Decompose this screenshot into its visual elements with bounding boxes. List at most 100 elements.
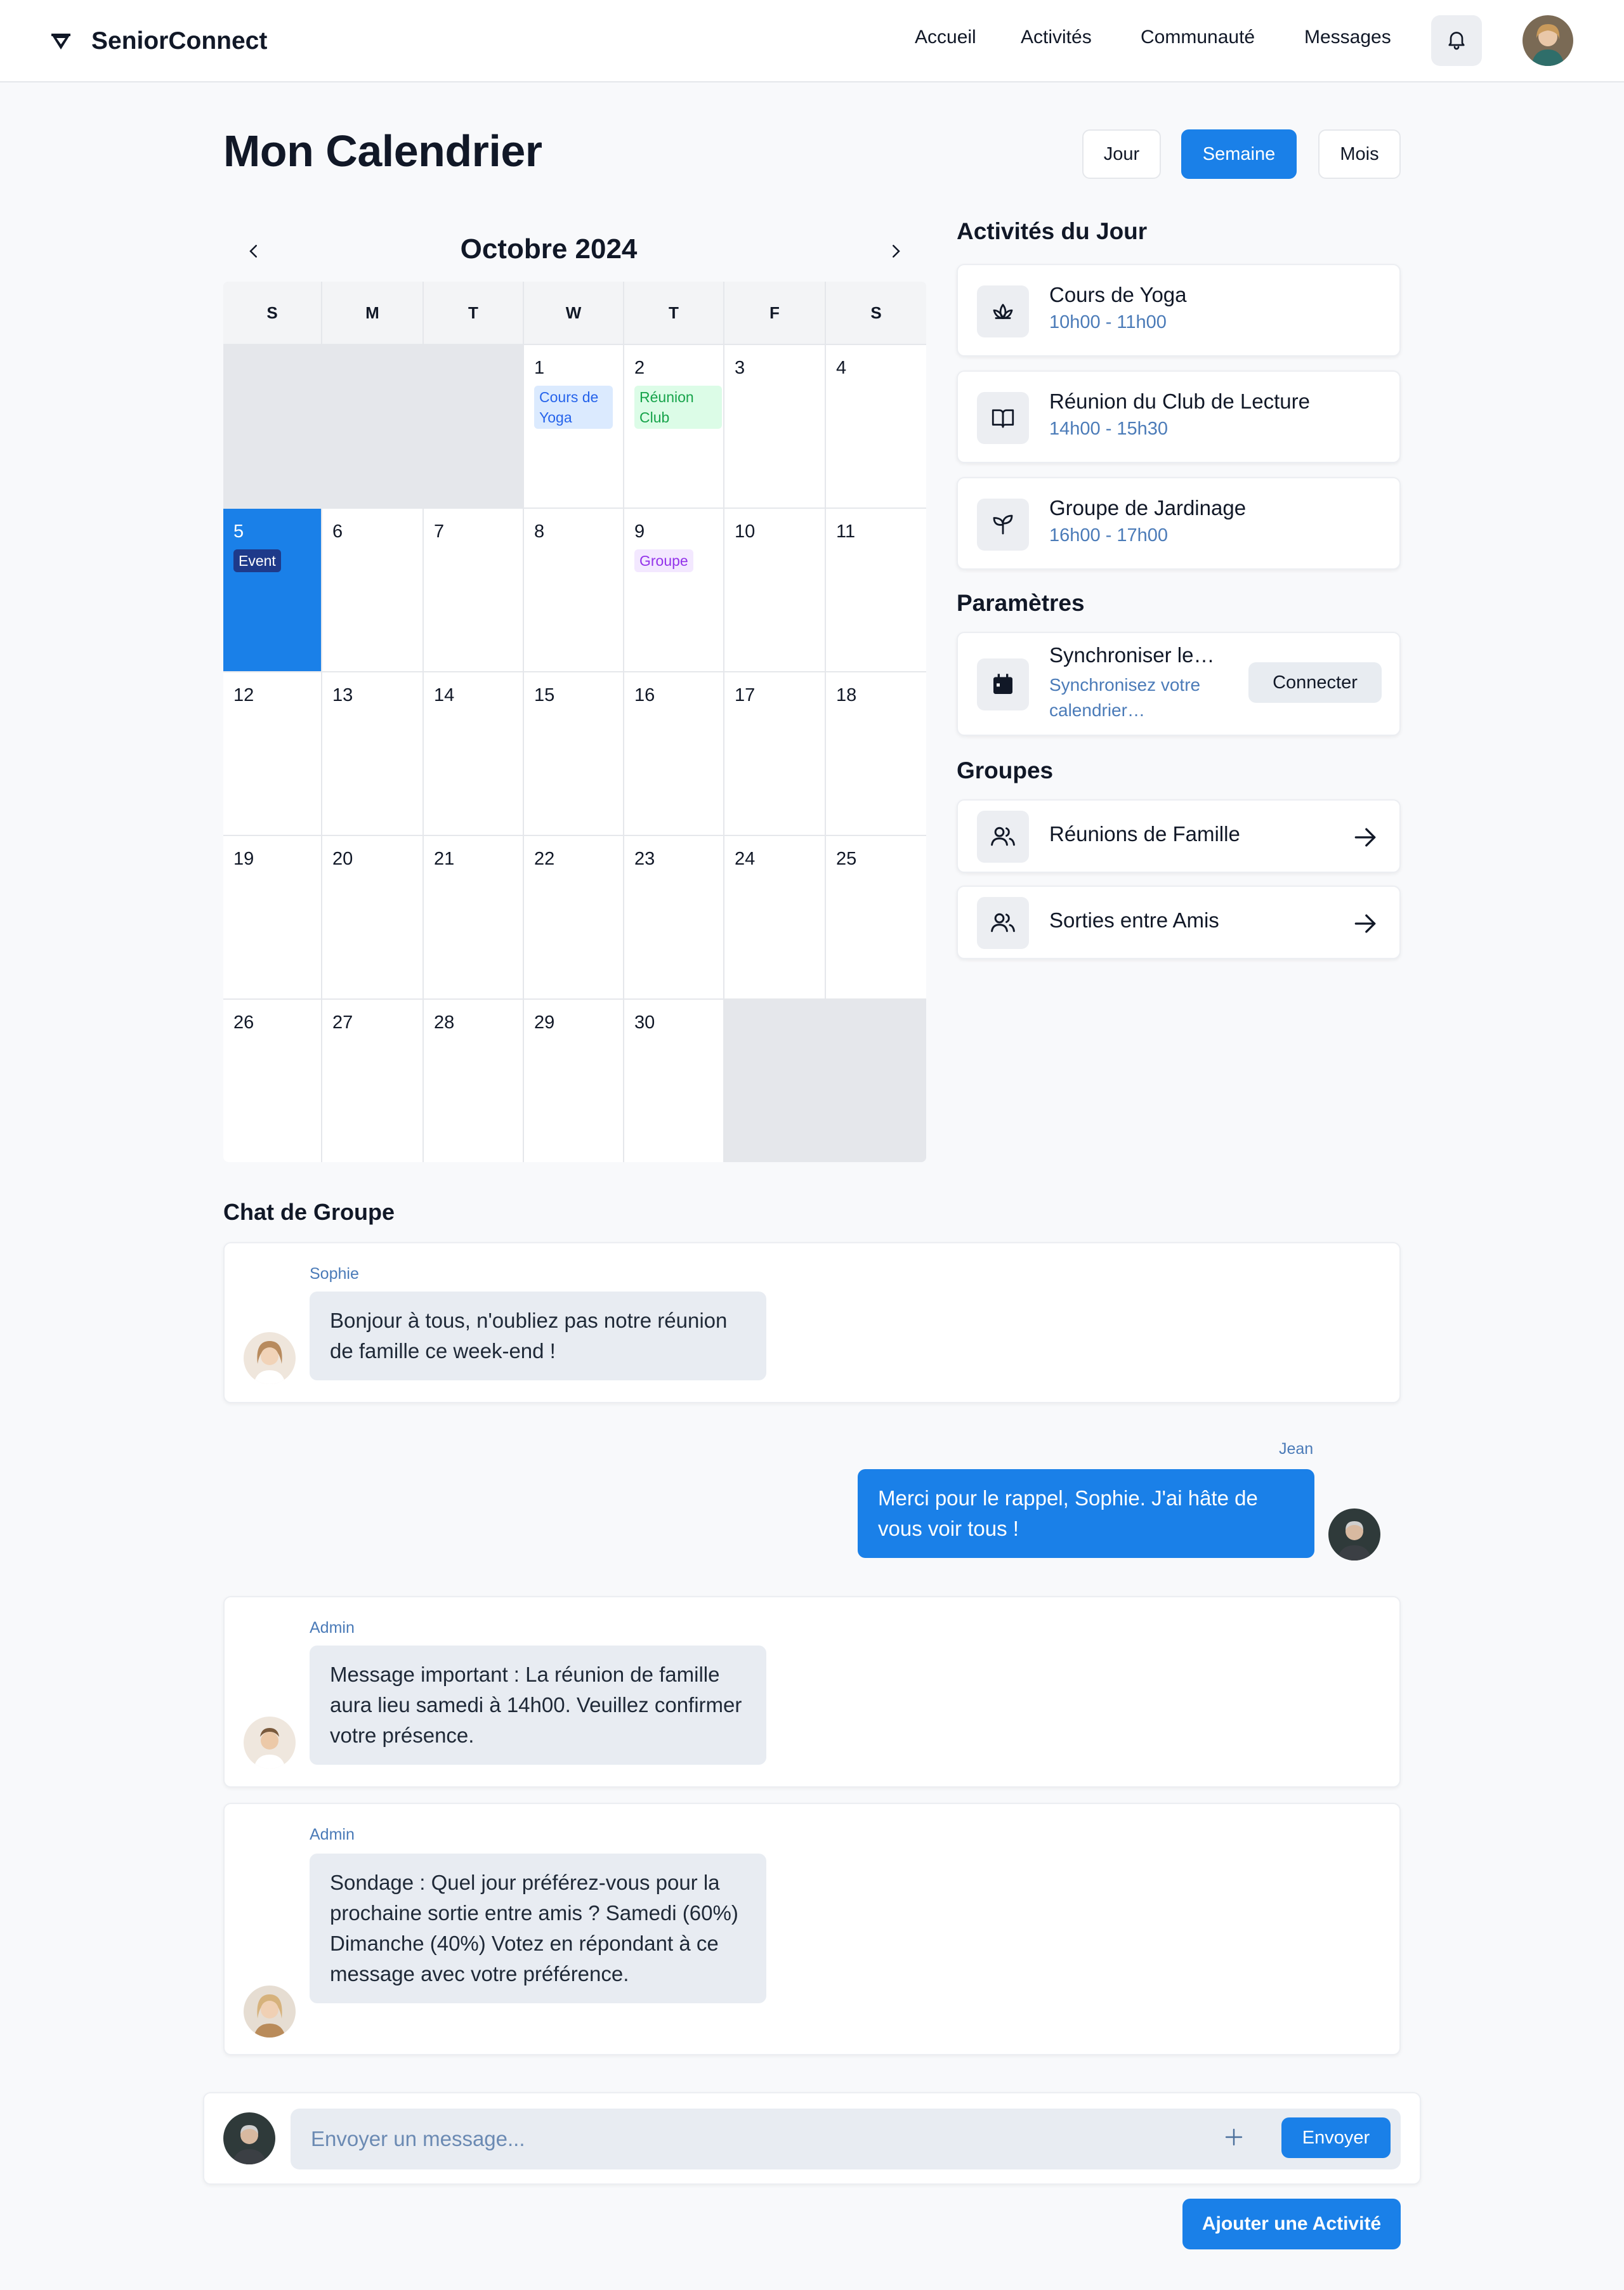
view-month-button[interactable]: Mois <box>1318 129 1401 179</box>
avatar <box>1328 1508 1380 1560</box>
calendar-day[interactable]: 13 <box>322 672 422 835</box>
day-number: 6 <box>332 521 343 542</box>
avatar <box>223 2112 275 2164</box>
top-navigation-bar: SeniorConnect Accueil Activités Communau… <box>0 0 1624 82</box>
calendar-day[interactable]: 7 <box>424 509 523 671</box>
calendar-day[interactable]: 14 <box>424 672 523 835</box>
attach-button[interactable] <box>1218 2116 1250 2161</box>
group-item-family[interactable]: Réunions de Famille <box>957 799 1401 873</box>
activities-title: Activités du Jour <box>957 218 1148 244</box>
add-activity-button[interactable]: Ajouter une Activité <box>1182 2199 1401 2249</box>
groups-title: Groupes <box>957 757 1054 783</box>
calendar-day[interactable]: 10 <box>724 509 825 671</box>
message-sender: Jean <box>1279 1440 1314 1458</box>
event-tag[interactable]: Groupe <box>634 549 693 572</box>
view-week-button[interactable]: Semaine <box>1181 129 1297 179</box>
day-number: 9 <box>634 521 645 542</box>
calendar-day[interactable]: 30 <box>624 1000 723 1162</box>
calendar-day[interactable]: 16 <box>624 672 723 835</box>
day-number: 18 <box>836 685 857 705</box>
message-sender: Sophie <box>310 1265 359 1283</box>
event-tag[interactable]: Cours de Yoga <box>534 386 613 429</box>
nav-accueil[interactable]: Accueil <box>915 27 976 48</box>
event-tag[interactable]: Event <box>233 549 281 572</box>
group-item-friends[interactable]: Sorties entre Amis <box>957 886 1401 959</box>
plus-icon <box>1222 2126 1245 2152</box>
activity-card-gardening[interactable]: Groupe de Jardinage 16h00 - 17h00 <box>957 477 1401 570</box>
calendar-day[interactable]: 1 Cours de Yoga <box>524 345 623 507</box>
calendar-day[interactable]: 20 <box>322 836 422 998</box>
day-number: 22 <box>534 849 555 869</box>
calendar-day[interactable]: 5 Event <box>223 509 321 671</box>
nav-communaute[interactable]: Communauté <box>1141 27 1255 48</box>
day-number: 21 <box>434 849 455 869</box>
calendar-day[interactable]: 25 <box>826 836 926 998</box>
message-sender: Admin <box>310 1826 355 1843</box>
message-bubble-outgoing: Merci pour le rappel, Sophie. J'ai hâte … <box>858 1469 1314 1558</box>
user-avatar[interactable] <box>1522 15 1573 66</box>
day-number: 11 <box>836 521 856 542</box>
view-day-button[interactable]: Jour <box>1082 129 1161 179</box>
activity-card-book-club[interactable]: Réunion du Club de Lecture 14h00 - 15h30 <box>957 370 1401 463</box>
calendar-day[interactable]: 2 Réunion Club <box>624 345 723 507</box>
calendar-day[interactable]: 8 <box>524 509 623 671</box>
calendar-day-empty <box>322 345 422 507</box>
chevron-right-icon <box>886 242 905 264</box>
calendar-day[interactable]: 3 <box>724 345 825 507</box>
connect-button[interactable]: Connecter <box>1248 662 1382 703</box>
avatar <box>244 1717 296 1769</box>
chat-message: Admin Message important : La réunion de … <box>223 1596 1401 1788</box>
day-number: 2 <box>634 358 645 378</box>
activity-time: 10h00 - 11h00 <box>1049 312 1167 332</box>
calendar-day[interactable]: 29 <box>524 1000 623 1162</box>
calendar-day[interactable]: 19 <box>223 836 321 998</box>
calendar-icon <box>977 658 1029 710</box>
next-month-button[interactable] <box>878 235 914 270</box>
nav-messages[interactable]: Messages <box>1304 27 1391 48</box>
event-tag[interactable]: Réunion Club <box>634 386 722 429</box>
calendar-day[interactable]: 24 <box>724 836 825 998</box>
prev-month-button[interactable] <box>236 235 272 270</box>
calendar-day[interactable]: 27 <box>322 1000 422 1162</box>
chat-title: Chat de Groupe <box>223 1199 395 1225</box>
activity-title: Cours de Yoga <box>1049 283 1187 306</box>
calendar-day[interactable]: 22 <box>524 836 623 998</box>
calendar-sync-card: Synchroniser le… Synchronisez votre cale… <box>957 632 1401 736</box>
message-sender: Admin <box>310 1619 355 1637</box>
weekday-header: W <box>524 282 623 344</box>
calendar-day[interactable]: 4 <box>826 345 926 507</box>
group-label: Sorties entre Amis <box>1049 908 1219 932</box>
send-button[interactable]: Envoyer <box>1281 2117 1391 2158</box>
calendar-day[interactable]: 6 <box>322 509 422 671</box>
day-number: 20 <box>332 849 353 869</box>
day-number: 8 <box>534 521 545 542</box>
day-number: 17 <box>735 685 756 705</box>
nav-activites[interactable]: Activités <box>1021 27 1092 48</box>
page-title: Mon Calendrier <box>223 126 542 176</box>
calendar-day[interactable]: 15 <box>524 672 623 835</box>
notifications-button[interactable] <box>1431 15 1482 66</box>
calendar-grid: S M T W T F S 1 Cours de Yoga 2 Réunion Club 3 4 5 Eve… <box>223 282 926 1162</box>
calendar-day[interactable]: 9 Groupe <box>624 509 723 671</box>
calendar-day-empty <box>424 345 523 507</box>
activity-card-yoga[interactable]: Cours de Yoga 10h00 - 11h00 <box>957 264 1401 357</box>
calendar-day[interactable]: 26 <box>223 1000 321 1162</box>
calendar-day[interactable]: 12 <box>223 672 321 835</box>
lotus-icon <box>977 285 1029 337</box>
brand[interactable]: SeniorConnect <box>49 24 267 58</box>
calendar-day-empty <box>223 345 321 507</box>
calendar-day[interactable]: 21 <box>424 836 523 998</box>
day-number: 5 <box>233 521 244 542</box>
weekday-header: M <box>322 282 422 344</box>
calendar-day[interactable]: 28 <box>424 1000 523 1162</box>
calendar-day[interactable]: 23 <box>624 836 723 998</box>
group-label: Réunions de Famille <box>1049 822 1240 846</box>
day-number: 3 <box>735 358 745 378</box>
weekday-header: T <box>624 282 723 344</box>
calendar-day[interactable]: 18 <box>826 672 926 835</box>
day-number: 16 <box>634 685 655 705</box>
calendar-day[interactable]: 11 <box>826 509 926 671</box>
day-number: 28 <box>434 1012 455 1033</box>
sync-title: Synchroniser le… <box>1049 643 1215 667</box>
calendar-day[interactable]: 17 <box>724 672 825 835</box>
